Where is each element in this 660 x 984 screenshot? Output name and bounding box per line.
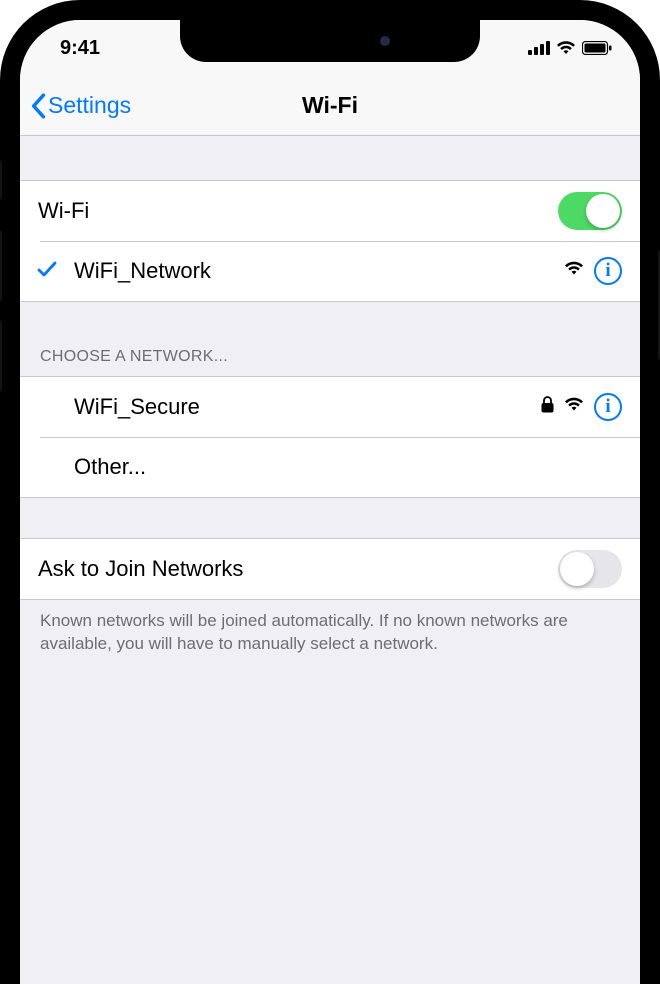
other-network-row[interactable]: Other... (20, 437, 640, 497)
wifi-toggle-row: Wi-Fi (20, 181, 640, 241)
switch-knob-icon (560, 552, 594, 586)
nav-bar: Settings Wi-Fi (20, 76, 640, 136)
device-frame: 9:41 (0, 0, 660, 984)
volume-up-button (0, 230, 2, 302)
camera-dot-icon (380, 36, 390, 46)
wifi-status-icon (556, 41, 576, 55)
ask-join-footer: Known networks will be joined automatica… (20, 600, 640, 666)
notch (180, 20, 480, 62)
wifi-signal-icon (564, 261, 584, 281)
back-button[interactable]: Settings (30, 92, 131, 119)
mute-switch (0, 160, 2, 200)
status-time: 9:41 (60, 37, 100, 60)
connected-network-name: WiFi_Network (74, 258, 564, 284)
info-button[interactable]: i (594, 393, 622, 421)
ask-join-row: Ask to Join Networks (20, 539, 640, 599)
ask-join-group: Ask to Join Networks (20, 538, 640, 600)
lock-icon (541, 396, 554, 418)
other-label: Other... (74, 454, 622, 480)
connected-network-row[interactable]: WiFi_Network i (20, 241, 640, 301)
wifi-toggle-label: Wi-Fi (38, 198, 558, 224)
network-row[interactable]: WiFi_Secure (20, 377, 640, 437)
checkmark-icon (36, 258, 58, 285)
wifi-group: Wi-Fi WiFi_Network (20, 180, 640, 302)
content: Wi-Fi WiFi_Network (20, 136, 640, 984)
cellular-icon (528, 41, 550, 55)
switch-knob-icon (586, 194, 620, 228)
ask-join-toggle[interactable] (558, 550, 622, 588)
info-button[interactable]: i (594, 257, 622, 285)
networks-group: WiFi_Secure (20, 376, 640, 498)
ask-join-label: Ask to Join Networks (38, 556, 558, 582)
network-name: WiFi_Secure (74, 394, 541, 420)
page-title: Wi-Fi (302, 92, 358, 119)
choose-network-header: CHOOSE A NETWORK... (20, 302, 640, 376)
chevron-left-icon (30, 93, 46, 119)
volume-down-button (0, 320, 2, 392)
battery-icon (582, 41, 612, 55)
wifi-toggle[interactable] (558, 192, 622, 230)
wifi-signal-icon (564, 397, 584, 417)
status-indicators (528, 41, 612, 55)
back-label: Settings (48, 92, 131, 119)
